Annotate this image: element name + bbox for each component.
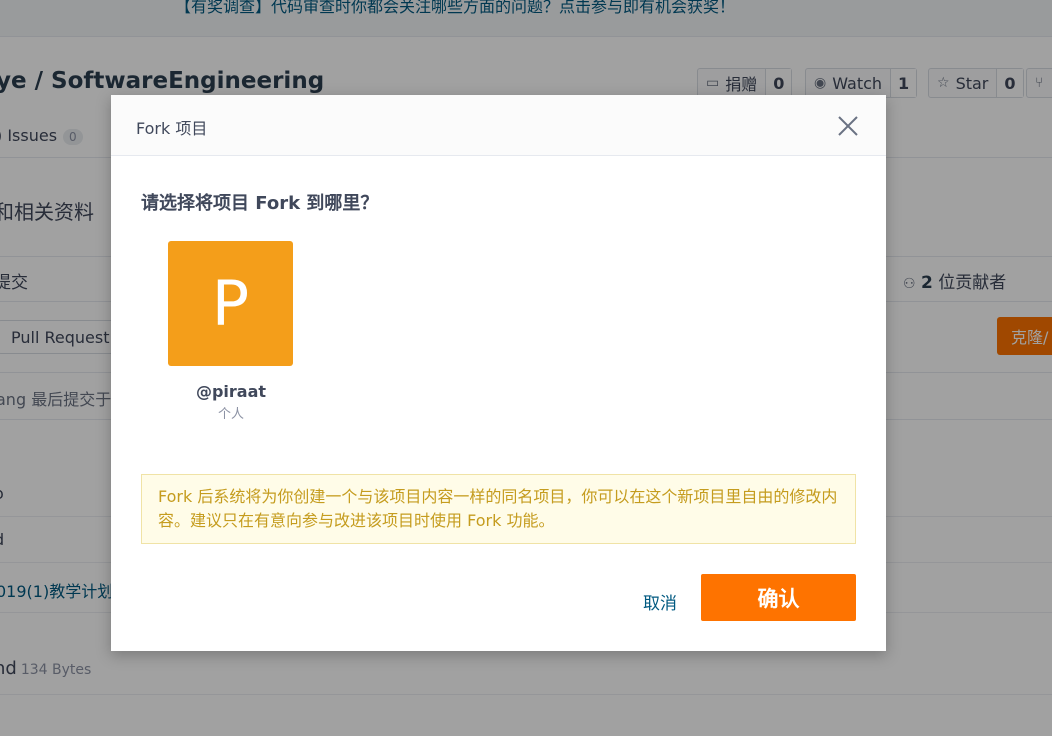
fork-modal: Fork 项目 请选择将项目 Fork 到哪里？ P @piraat 个人 Fo… (111, 95, 886, 651)
fork-notice: Fork 后系统将为你创建一个与该项目内容一样的同名项目，你可以在这个新项目里自… (141, 474, 856, 544)
fork-question: 请选择将项目 Fork 到哪里？ (141, 193, 379, 214)
close-icon (838, 116, 858, 136)
modal-header: Fork 项目 (111, 95, 886, 156)
close-button[interactable] (835, 113, 861, 139)
confirm-button[interactable]: 确认 (701, 574, 856, 621)
cancel-button[interactable]: 取消 (643, 589, 677, 614)
modal-title: Fork 项目 (136, 119, 208, 138)
namespace-type: 个人 (217, 407, 244, 422)
namespace-option[interactable]: P @piraat 个人 (166, 241, 296, 422)
avatar[interactable]: P (168, 241, 293, 366)
namespace-name: @piraat (195, 382, 267, 401)
